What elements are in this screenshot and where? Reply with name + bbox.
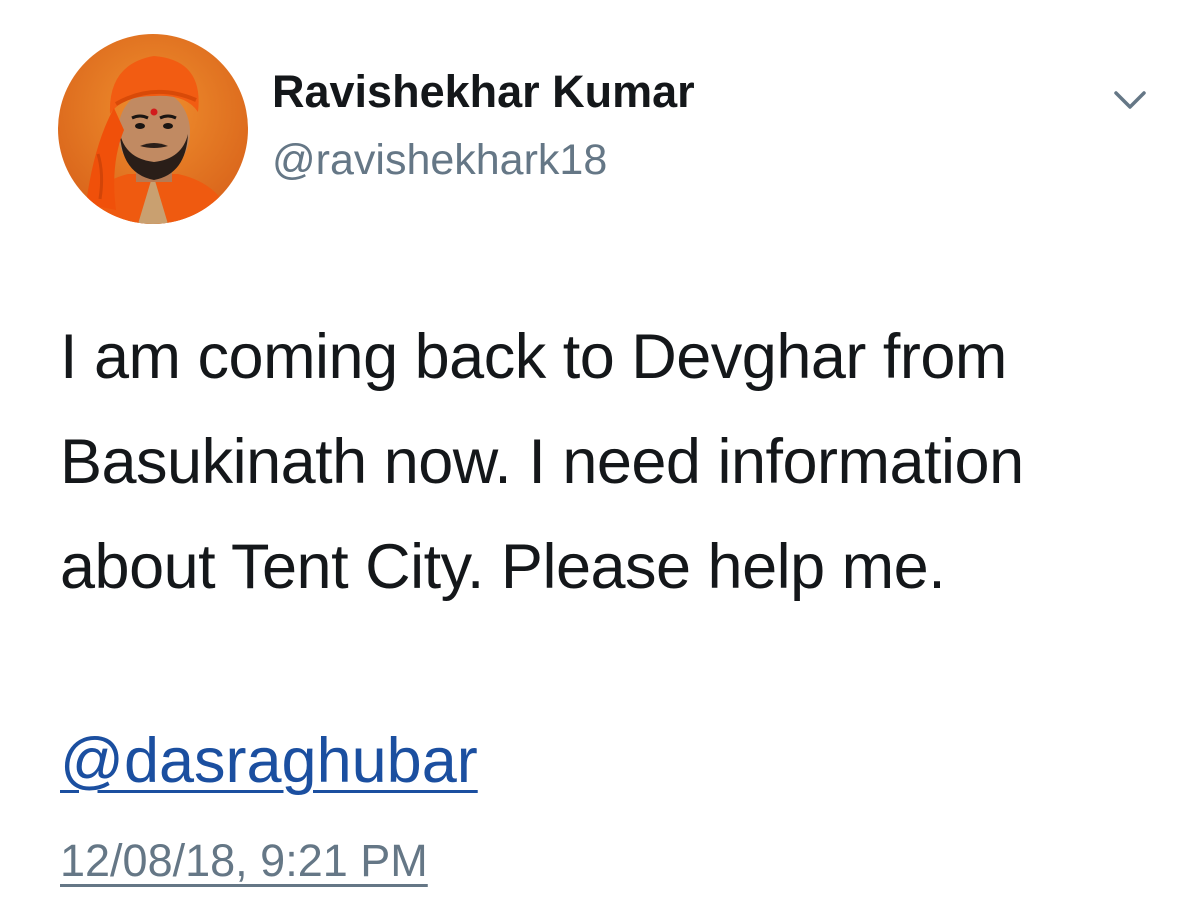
tweet-text: I am coming back to Devghar from Basukin… — [60, 322, 1024, 602]
timestamp-link[interactable]: 12/08/18, 9:21 PM — [60, 826, 428, 896]
avatar-image — [58, 34, 248, 224]
user-handle[interactable]: @ravishekhark18 — [272, 131, 607, 189]
display-name[interactable]: Ravishekhar Kumar — [272, 62, 695, 122]
chevron-down-icon[interactable] — [1108, 80, 1152, 120]
mention-link[interactable]: @dasraghubar — [60, 716, 478, 806]
avatar[interactable] — [58, 34, 248, 224]
tweet-card: Ravishekhar Kumar @ravishekhark18 I am c… — [0, 0, 1200, 917]
